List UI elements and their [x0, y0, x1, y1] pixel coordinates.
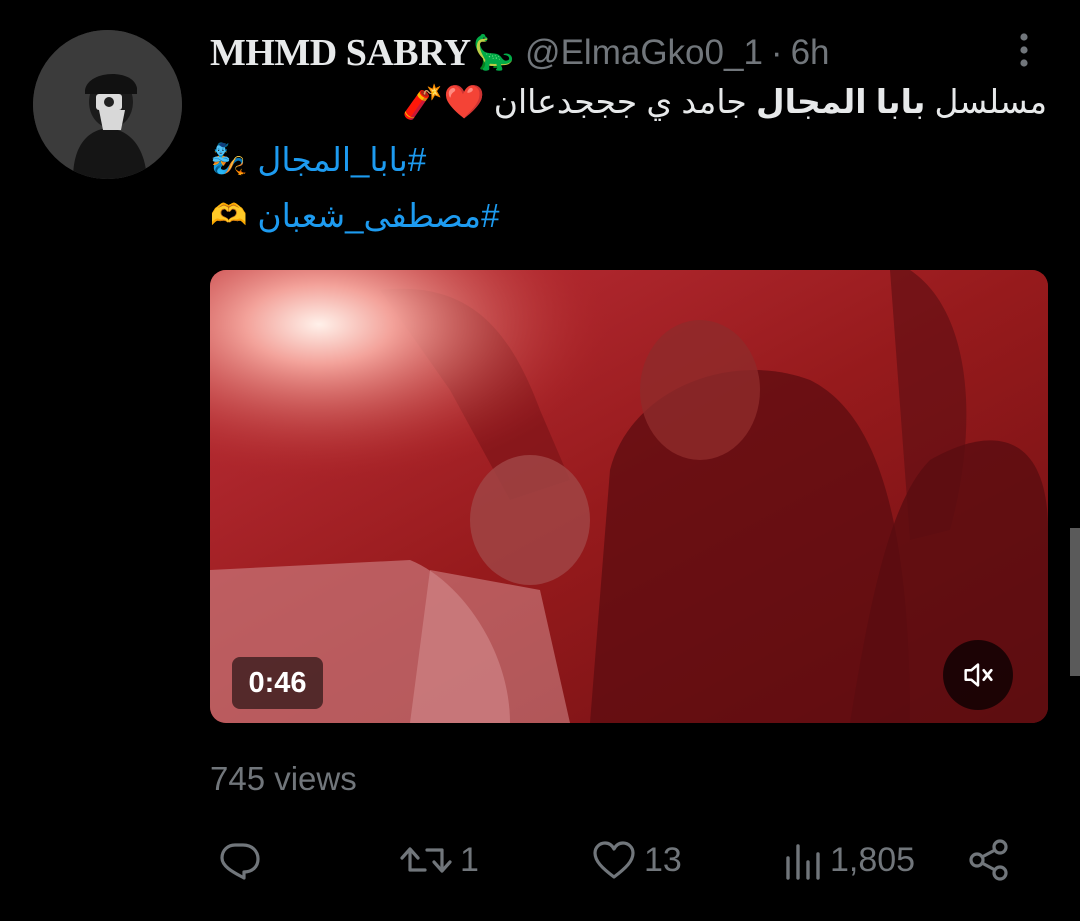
retweet-icon [400, 847, 452, 873]
reply-button[interactable] [215, 830, 269, 890]
hashtag-1-text: #بابا_المجال [257, 141, 427, 178]
share-icon [969, 839, 1008, 881]
author-display-name[interactable]: MHMD SABRY [210, 31, 471, 75]
tweet-text-bold: بابا المجال [755, 83, 926, 120]
like-count: 13 [644, 840, 682, 879]
author-avatar[interactable] [33, 30, 182, 179]
retweet-button[interactable]: 1 [398, 830, 479, 890]
hashtag-link-2[interactable]: 🫶 #مصطفى_شعبان [210, 196, 499, 235]
share-button[interactable] [965, 830, 1013, 890]
hashtag-link-1[interactable]: 🧞 #بابا_المجال [210, 140, 426, 179]
analytics-bars-icon [786, 844, 820, 880]
video-duration-badge: 0:46 [232, 657, 323, 709]
mute-toggle-button[interactable] [943, 640, 1013, 710]
view-count: 745 views [210, 760, 357, 797]
like-button[interactable]: 13 [590, 830, 682, 890]
tweet-actions-bar: 1 13 1,805 [210, 830, 1040, 890]
separator-dot: · [770, 33, 783, 72]
video-frame-image [210, 270, 1048, 723]
scrollbar-thumb[interactable] [1070, 528, 1080, 676]
analytics-button[interactable]: 1,805 [780, 830, 915, 890]
hashtag-1-emoji-icon: 🧞 [210, 143, 248, 176]
hooded-person-icon [33, 30, 182, 179]
retweet-count: 1 [460, 840, 479, 879]
hashtag-2-text: #مصطفى_شعبان [257, 197, 500, 234]
tweet-text: مسلسل بابا المجال جامد ي جججدعاان ❤️🧨 [212, 82, 1047, 122]
video-player[interactable]: 0:46 [210, 270, 1048, 723]
tweet-header: MHMD SABRY 🦕 @ElmaGko0_1 · 6h [210, 30, 830, 76]
dinosaur-emoji-icon: 🦕 [472, 34, 516, 72]
heart-icon [593, 841, 635, 879]
impression-count: 1,805 [830, 840, 916, 879]
author-handle[interactable]: @ElmaGko0_1 [525, 33, 763, 73]
reply-icon [220, 843, 260, 880]
tweet-timestamp[interactable]: 6h [791, 33, 830, 73]
tweet-text-suffix: جامد ي جججدعاان ❤️🧨 [402, 83, 756, 120]
more-options-icon[interactable] [1010, 30, 1038, 70]
tweet-text-prefix: مسلسل [925, 83, 1047, 120]
volume-muted-icon [964, 663, 993, 687]
hashtag-2-emoji-icon: 🫶 [210, 199, 248, 232]
